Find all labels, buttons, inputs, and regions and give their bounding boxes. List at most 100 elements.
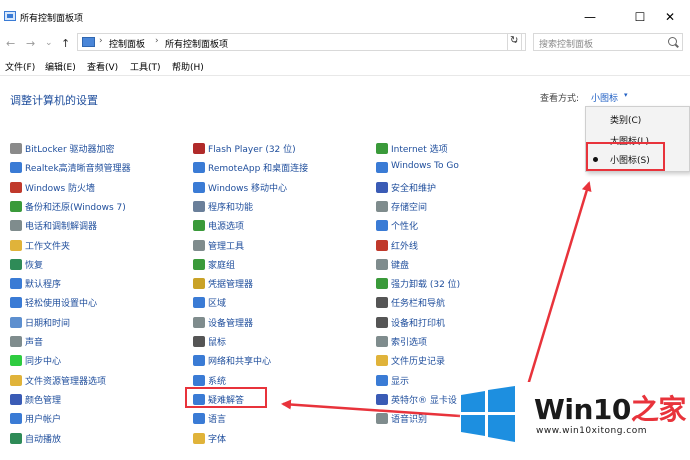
control-panel-item-label: 工作文件夹 bbox=[25, 242, 71, 252]
control-panel-item-label: 网络和共享中心 bbox=[208, 357, 272, 367]
control-panel-item-label: Flash Player (32 位) bbox=[208, 145, 296, 155]
breadcrumb-control-panel[interactable]: 控制面板 bbox=[109, 37, 145, 50]
control-panel-item-label: 显示 bbox=[391, 377, 410, 387]
breadcrumb-separator-icon: › bbox=[99, 36, 103, 46]
menu-tools[interactable]: 工具(T) bbox=[130, 60, 161, 73]
explorer-options-icon bbox=[10, 375, 22, 386]
refresh-icon: ↻ bbox=[510, 35, 519, 46]
control-panel-item-label: 语音识别 bbox=[391, 415, 428, 425]
intel-graphics-icon bbox=[376, 394, 388, 405]
control-panel-item-label: 同步中心 bbox=[25, 357, 62, 367]
search-input[interactable]: 搜索控制面板 bbox=[533, 33, 683, 51]
forward-button[interactable]: → bbox=[26, 37, 35, 50]
chevron-down-icon[interactable]: ▾ bbox=[624, 91, 628, 99]
control-panel-item-label: 存储空间 bbox=[391, 203, 428, 213]
control-panel-item-label: RemoteApp 和桌面连接 bbox=[208, 164, 309, 174]
control-panel-item-label: 备份和还原(Windows 7) bbox=[25, 203, 126, 213]
control-panel-item-label: 安全和维护 bbox=[391, 184, 437, 194]
control-panel-item-label: 英特尔® 显卡设 bbox=[391, 396, 457, 406]
taskbar-icon bbox=[376, 297, 388, 308]
control-panel-item-label: Windows 防火墙 bbox=[25, 184, 96, 194]
programs-features-icon bbox=[193, 201, 205, 212]
address-bar[interactable]: › 控制面板 › 所有控制面板项 ⌄ bbox=[77, 33, 526, 51]
uninstall-icon bbox=[376, 278, 388, 289]
work-folders-icon bbox=[10, 240, 22, 251]
control-panel-item-label: 键盘 bbox=[391, 261, 410, 271]
control-panel-item-label: 声音 bbox=[25, 338, 44, 348]
display-icon bbox=[376, 375, 388, 386]
credential-manager-icon bbox=[193, 278, 205, 289]
admin-tools-icon bbox=[193, 240, 205, 251]
control-panel-item-label: 程序和功能 bbox=[208, 203, 254, 213]
recent-locations-button[interactable]: ⌄ bbox=[45, 38, 53, 48]
control-panel-item-label: 电源选项 bbox=[208, 222, 245, 232]
user-accounts-icon bbox=[10, 413, 22, 424]
view-by-label: 查看方式: bbox=[540, 94, 580, 104]
file-history-icon bbox=[376, 355, 388, 366]
control-panel-item-label: 自动播放 bbox=[25, 435, 62, 445]
search-placeholder: 搜索控制面板 bbox=[539, 40, 594, 50]
control-panel-item-label: 任务栏和导航 bbox=[391, 299, 446, 309]
color-management-icon bbox=[10, 394, 22, 405]
control-panel-item-label: 凭据管理器 bbox=[208, 280, 254, 290]
view-by-selector[interactable]: 小图标 bbox=[591, 91, 618, 104]
sound-icon bbox=[10, 336, 22, 347]
flash-player-icon bbox=[193, 143, 205, 154]
control-panel-item-label: 颜色管理 bbox=[25, 396, 62, 406]
indexing-icon bbox=[376, 336, 388, 347]
speech-icon bbox=[376, 413, 388, 424]
power-options-icon bbox=[193, 220, 205, 231]
menu-file[interactable]: 文件(F) bbox=[5, 60, 35, 73]
control-panel-item-label: 轻松使用设置中心 bbox=[25, 299, 98, 309]
control-panel-item-label: 区域 bbox=[208, 299, 227, 309]
menu-bar: 文件(F) 编辑(E) 查看(V) 工具(T) 帮助(H) bbox=[0, 58, 690, 74]
sync-center-icon bbox=[10, 355, 22, 366]
control-panel-item-label: 家庭组 bbox=[208, 261, 236, 271]
breadcrumb-all-items[interactable]: 所有控制面板项 bbox=[165, 37, 228, 50]
network-center-icon bbox=[193, 355, 205, 366]
control-panel-item-label: 索引选项 bbox=[391, 338, 428, 348]
control-panel-item-label: 恢复 bbox=[25, 261, 44, 271]
content-divider bbox=[0, 75, 690, 76]
default-programs-icon bbox=[10, 278, 22, 289]
security-maintenance-icon bbox=[376, 182, 388, 193]
menu-edit[interactable]: 编辑(E) bbox=[45, 60, 76, 73]
control-panel-item-label: 设备管理器 bbox=[208, 319, 254, 329]
phone-modem-icon bbox=[10, 220, 22, 231]
page-title: 调整计算机的设置 bbox=[10, 94, 98, 107]
arrow-to-small-icons bbox=[526, 181, 592, 386]
personalization-icon bbox=[376, 220, 388, 231]
highlight-small-icons bbox=[586, 142, 665, 171]
internet-options-icon bbox=[376, 143, 388, 154]
autoplay-icon bbox=[10, 433, 22, 444]
infrared-icon bbox=[376, 240, 388, 251]
control-panel-item-label: 语言 bbox=[208, 415, 227, 425]
mobility-center-icon bbox=[193, 182, 205, 193]
search-icon[interactable] bbox=[668, 37, 677, 46]
device-manager-icon bbox=[193, 317, 205, 328]
refresh-button[interactable]: ↻ bbox=[507, 33, 522, 51]
system-icon bbox=[193, 375, 205, 386]
region-icon bbox=[193, 297, 205, 308]
minimize-button[interactable]: — bbox=[570, 6, 610, 28]
control-panel-item-label: 日期和时间 bbox=[25, 319, 71, 329]
control-panel-item-label: 用户帐户 bbox=[25, 415, 62, 425]
close-button[interactable]: ✕ bbox=[650, 6, 690, 28]
back-button[interactable]: ← bbox=[6, 37, 15, 50]
control-panel-item-label: Windows To Go bbox=[391, 161, 459, 171]
control-panel-item-label: 设备和打印机 bbox=[391, 319, 446, 329]
language-icon bbox=[193, 413, 205, 424]
view-option-category[interactable]: 类别(C) bbox=[610, 113, 641, 126]
up-button[interactable]: ↑ bbox=[61, 37, 70, 50]
breadcrumb-separator-icon: › bbox=[155, 36, 159, 46]
watermark-url: www.win10xitong.com bbox=[536, 426, 647, 436]
ease-of-access-icon bbox=[10, 297, 22, 308]
menu-view[interactable]: 查看(V) bbox=[87, 60, 118, 73]
control-panel-icon bbox=[4, 11, 16, 21]
control-panel-item-label: 系统 bbox=[208, 377, 227, 387]
windows-to-go-icon bbox=[376, 162, 388, 173]
window-title: 所有控制面板项 bbox=[20, 14, 84, 24]
control-panel-folder-icon bbox=[82, 37, 95, 47]
menu-help[interactable]: 帮助(H) bbox=[172, 60, 204, 73]
fonts-icon bbox=[193, 433, 205, 444]
